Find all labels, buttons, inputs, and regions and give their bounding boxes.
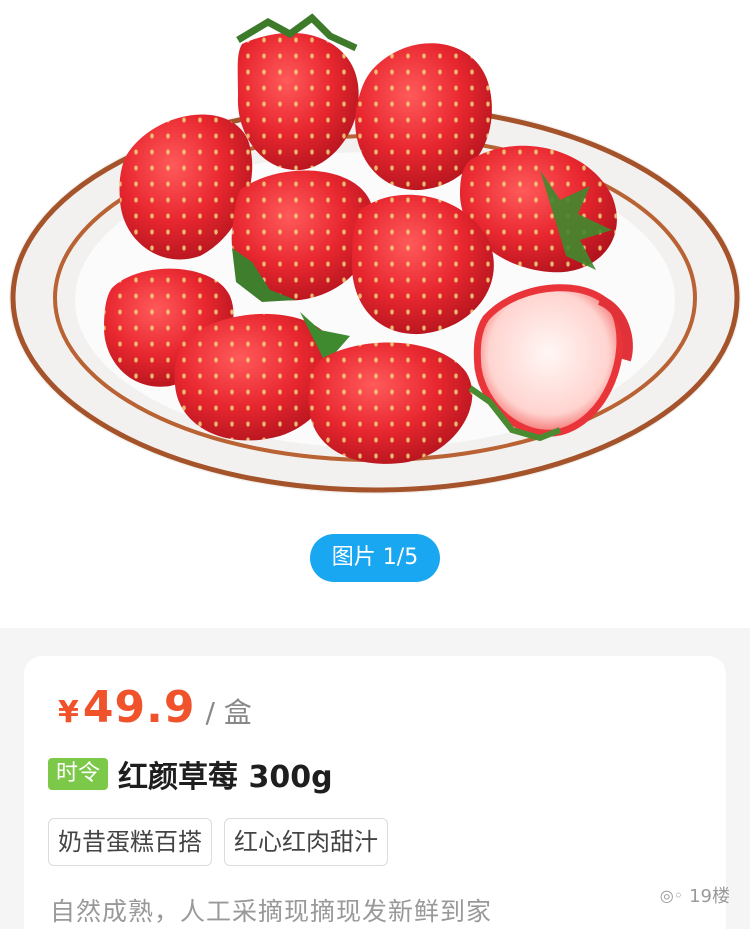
source-watermark: ◎◦ 19楼: [660, 882, 730, 908]
price-block: ¥ 49.9 / 盒: [58, 682, 252, 738]
feature-tag: 红心红肉甜汁: [224, 818, 388, 866]
price-unit: / 盒: [205, 696, 252, 729]
product-title-row: 时令 红颜草莓 300g: [48, 752, 333, 796]
price-value: 49.9: [82, 682, 196, 733]
wechat-icon: ◎◦: [659, 885, 684, 905]
strawberry-group: [104, 13, 633, 464]
season-badge: 时令: [48, 758, 109, 790]
feature-tag: 奶昔蛋糕百搭: [48, 818, 212, 866]
watermark-text: 19楼: [689, 886, 730, 907]
product-image-gallery[interactable]: 图片 1/5: [0, 0, 750, 628]
product-description: 自然成熟，人工采摘现摘现发新鲜到家: [50, 897, 493, 926]
product-title: 红颜草莓 300g: [118, 760, 333, 795]
image-pager-indicator: 图片 1/5: [310, 534, 440, 582]
currency-symbol: ¥: [58, 695, 79, 730]
feature-tags: 奶昔蛋糕百搭 红心红肉甜汁: [48, 818, 400, 866]
product-info-card: ¥ 49.9 / 盒 时令 红颜草莓 300g 奶昔蛋糕百搭 红心红肉甜汁 自然…: [24, 656, 726, 929]
